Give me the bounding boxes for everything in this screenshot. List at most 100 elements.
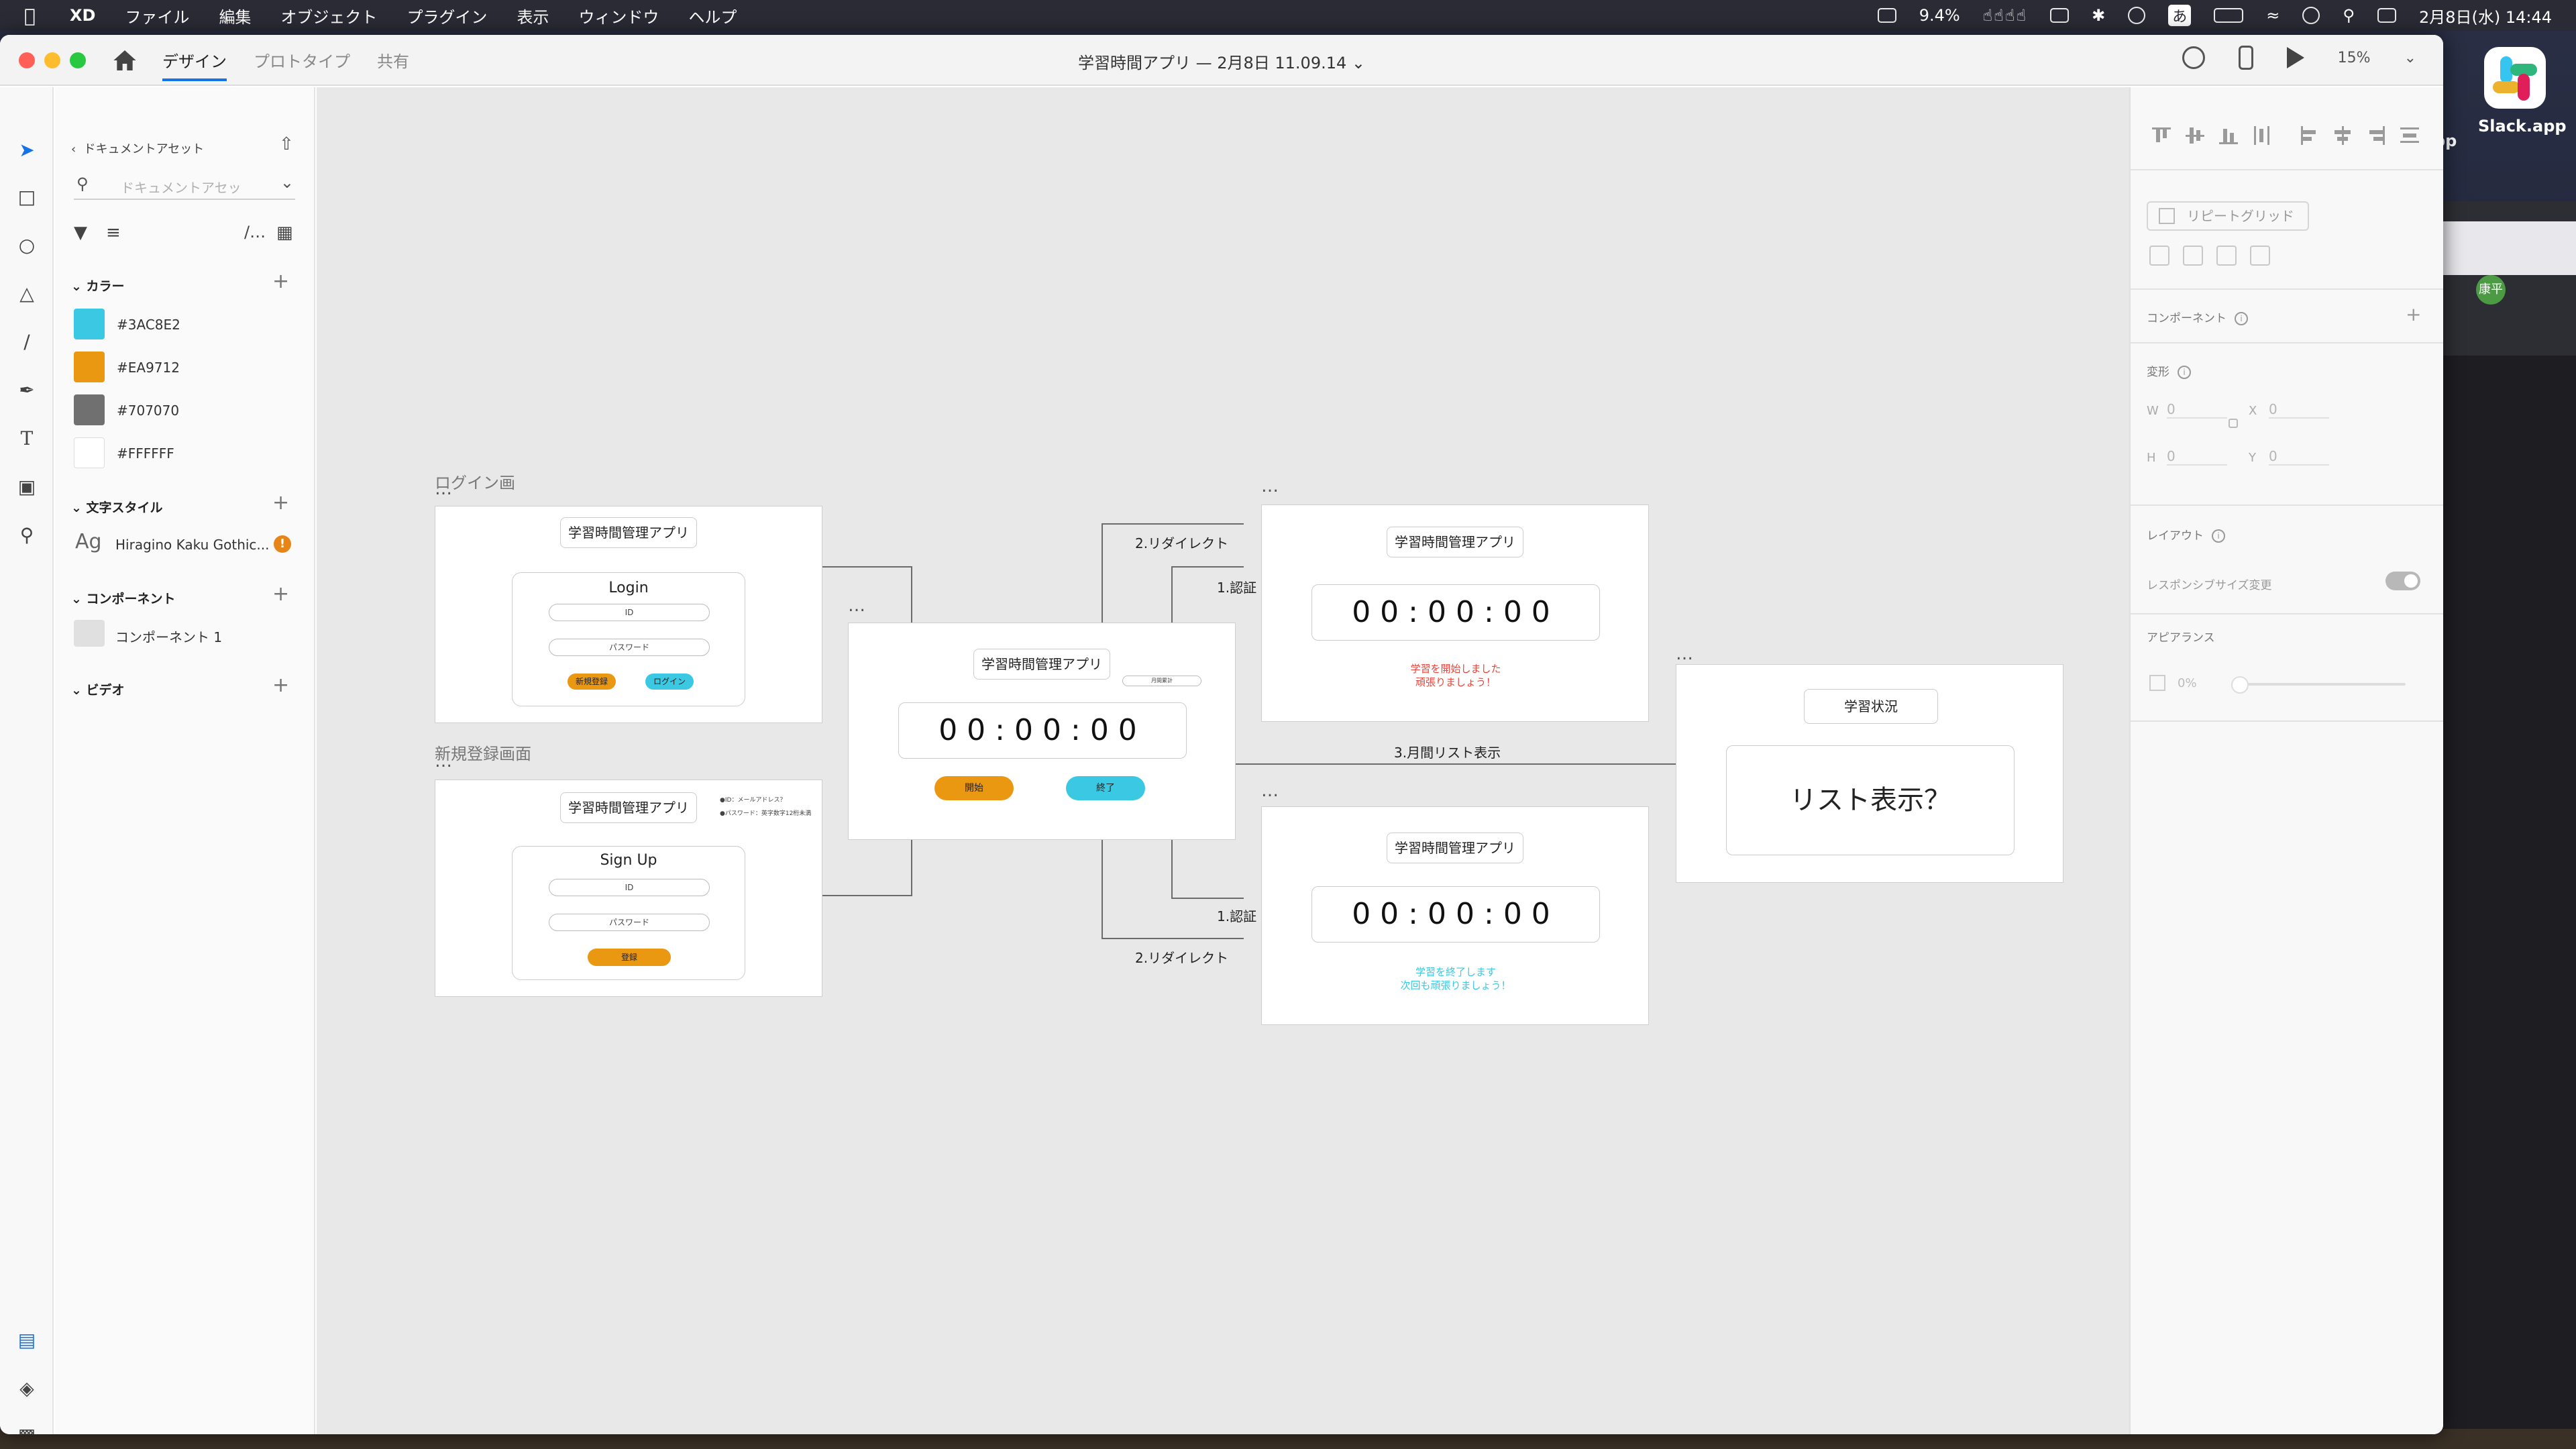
assets-search-input[interactable]: ⚲ ドキュメントアセッ ⌄: [74, 170, 295, 200]
color-swatch-cyan[interactable]: [74, 309, 105, 339]
browser-profile-avatar[interactable]: 康平: [2476, 275, 2506, 305]
desktop-preview-play-icon[interactable]: [2286, 47, 2304, 68]
line-tool-icon[interactable]: ∕: [16, 331, 38, 353]
assets-breadcrumb[interactable]: ‹ ドキュメントアセット: [71, 140, 204, 157]
search-scope-chevron-icon[interactable]: ⌄: [280, 173, 294, 192]
artboard-menu-dots[interactable]: …: [435, 751, 453, 771]
signup-button[interactable]: 新規登録: [568, 674, 616, 690]
y-input[interactable]: 0: [2269, 448, 2329, 466]
boolean-subtract-icon[interactable]: [2183, 246, 2203, 266]
zoom-chevron-down-icon[interactable]: ⌄: [2404, 50, 2416, 66]
plugins-panel-icon[interactable]: ▩: [16, 1425, 38, 1435]
bluetooth-icon[interactable]: ✱: [2092, 6, 2105, 25]
menu-file[interactable]: ファイル: [125, 4, 189, 28]
battery-icon[interactable]: [2214, 8, 2244, 23]
password-field[interactable]: パスワード: [549, 639, 710, 656]
align-bottom-icon[interactable]: [2218, 125, 2239, 146]
apple-icon[interactable]: : [24, 5, 51, 27]
distribute-horizontal-icon[interactable]: [2399, 125, 2420, 146]
text-style-name[interactable]: Hiragino Kaku Gothic...: [115, 537, 270, 553]
menu-app-name[interactable]: XD: [70, 6, 95, 25]
zoom-tool-icon[interactable]: ⚲: [16, 525, 38, 546]
add-text-style-button[interactable]: +: [272, 491, 289, 515]
artboard-timer-main[interactable]: 学習時間管理アプリ 月間累計 00:00:00 開始 終了: [848, 623, 1236, 840]
menu-plugins[interactable]: プラグイン: [407, 4, 487, 28]
end-button[interactable]: 終了: [1066, 776, 1145, 800]
layers-panel-icon[interactable]: ◈: [16, 1378, 38, 1399]
align-left-icon[interactable]: [2298, 125, 2320, 146]
screen-mirroring-icon[interactable]: [2050, 8, 2070, 23]
artboard-signup[interactable]: 学習時間管理アプリ ●ID：メールアドレス？ ●パスワード：英字数字12桁未満 …: [435, 780, 822, 997]
id-field[interactable]: ID: [549, 879, 710, 896]
info-icon[interactable]: i: [2235, 312, 2248, 325]
align-top-icon[interactable]: [2151, 125, 2172, 146]
height-input[interactable]: 0: [2167, 448, 2227, 466]
components-section-header[interactable]: ⌄ コンポーネント: [71, 589, 176, 607]
info-icon[interactable]: i: [2178, 366, 2191, 379]
boolean-add-icon[interactable]: [2149, 246, 2169, 266]
menu-window[interactable]: ウィンドウ: [578, 4, 659, 28]
color-swatch-white[interactable]: [74, 437, 105, 468]
artboard-menu-dots[interactable]: …: [1261, 476, 1279, 496]
monthly-total-pill[interactable]: 月間累計: [1122, 676, 1201, 686]
rectangle-tool-icon[interactable]: □: [16, 186, 38, 208]
menu-view[interactable]: 表示: [517, 4, 549, 28]
password-field[interactable]: パスワード: [549, 914, 710, 931]
info-icon[interactable]: i: [2212, 529, 2225, 543]
menu-object[interactable]: オブジェクト: [280, 4, 377, 28]
lock-aspect-icon[interactable]: [2229, 419, 2238, 428]
id-field[interactable]: ID: [549, 604, 710, 621]
slack-app-desktop-icon[interactable]: Slack.app: [2478, 47, 2567, 136]
width-input[interactable]: 0: [2167, 401, 2227, 419]
align-right-icon[interactable]: [2365, 125, 2387, 146]
distribute-vertical-icon[interactable]: [2251, 125, 2273, 146]
wifi-icon[interactable]: ≈: [2266, 6, 2279, 25]
opacity-slider[interactable]: [2231, 676, 2406, 694]
artboard-menu-dots[interactable]: …: [1261, 781, 1279, 801]
cpu-monitor-icon[interactable]: [1877, 8, 1896, 23]
text-styles-section-header[interactable]: ⌄ 文字スタイル: [71, 498, 163, 516]
component-thumbnail[interactable]: [74, 620, 105, 647]
add-video-button[interactable]: +: [272, 674, 289, 697]
text-tool-icon[interactable]: T: [16, 428, 38, 449]
boolean-exclude-icon[interactable]: [2250, 246, 2270, 266]
menu-help[interactable]: ヘルプ: [688, 4, 737, 28]
responsive-resize-toggle[interactable]: [2385, 572, 2420, 590]
align-middle-icon[interactable]: [2184, 125, 2206, 146]
artboard-menu-dots[interactable]: …: [848, 596, 866, 616]
menu-edit[interactable]: 編集: [219, 4, 251, 28]
spotlight-search-icon[interactable]: ⚲: [2343, 6, 2355, 25]
document-title[interactable]: 学習時間アプリ — 2月8日 11.09.14 ⌄: [0, 50, 2443, 73]
opacity-value[interactable]: 0%: [2178, 676, 2197, 690]
grid-view-icon[interactable]: ▦: [276, 223, 293, 243]
artboard-login[interactable]: 学習時間管理アプリ Login ID パスワード 新規登録 ログイン: [435, 506, 822, 723]
align-center-icon[interactable]: [2332, 125, 2353, 146]
design-canvas[interactable]: 2.リダイレクト 1.認証 3.月間リスト表示 1.認証 2.リダイレクト ログ…: [317, 87, 2129, 1434]
control-center-icon[interactable]: [2377, 8, 2396, 23]
repeat-grid-button[interactable]: リピートグリッド: [2147, 201, 2309, 231]
media-play-icon[interactable]: [2128, 7, 2146, 24]
boolean-intersect-icon[interactable]: [2216, 246, 2237, 266]
component-name[interactable]: コンポーネント 1: [115, 627, 222, 646]
select-tool-icon[interactable]: ➤: [16, 140, 38, 161]
pen-tool-icon[interactable]: ✒: [16, 380, 38, 401]
add-color-button[interactable]: +: [272, 270, 289, 293]
color-swatch-orange[interactable]: [74, 352, 105, 382]
assets-panel-icon[interactable]: ▤: [16, 1330, 38, 1351]
runners-icon[interactable]: ☝☝☝☝: [1983, 6, 2027, 25]
colors-section-header[interactable]: ⌄ カラー: [71, 276, 125, 294]
sort-icon[interactable]: ≡: [106, 223, 121, 243]
x-input[interactable]: 0: [2269, 401, 2329, 419]
missing-font-warning-icon[interactable]: !: [274, 535, 291, 553]
invite-user-icon[interactable]: [2182, 46, 2205, 69]
register-button[interactable]: 登録: [588, 949, 671, 966]
artboard-menu-dots[interactable]: …: [1676, 644, 1694, 664]
input-method-indicator[interactable]: あ: [2168, 5, 2192, 26]
share-assets-icon[interactable]: ⇧: [279, 134, 294, 154]
artboard-menu-dots[interactable]: …: [435, 479, 453, 499]
menubar-clock[interactable]: 2月8日(水) 14:44: [2419, 4, 2552, 28]
list-view-icon[interactable]: /…: [244, 223, 266, 241]
start-button[interactable]: 開始: [934, 776, 1014, 800]
add-component-button[interactable]: +: [272, 582, 289, 606]
artboard-timer-end[interactable]: 学習時間管理アプリ 00:00:00 学習を終了します 次回も頑張りましょう！: [1261, 806, 1649, 1025]
